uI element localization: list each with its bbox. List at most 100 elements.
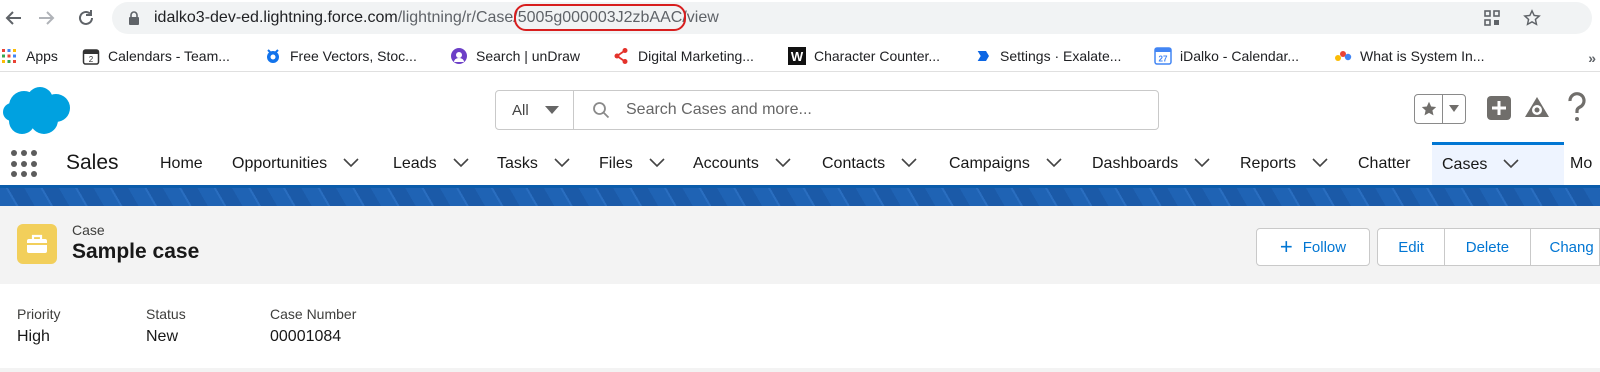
address-bar[interactable]: idalko3-dev-ed.lightning.force.com/light…: [112, 2, 1592, 34]
brand-banner-strip: [0, 188, 1600, 206]
field-label: Status: [146, 306, 186, 322]
global-search: All: [495, 90, 1159, 130]
tab-label: Campaigns: [949, 154, 1030, 172]
bookmark-label: iDalko - Calendar...: [1180, 48, 1300, 64]
chevron-down-icon[interactable]: [453, 155, 469, 173]
chevron-down-icon[interactable]: [554, 155, 570, 173]
svg-text:2: 2: [89, 55, 94, 64]
tab-accounts[interactable]: Accounts: [693, 142, 791, 185]
tab-dashboards[interactable]: Dashboards: [1092, 142, 1210, 185]
bookmarks-overflow-button[interactable]: »: [1588, 50, 1596, 66]
chevron-down-icon[interactable]: [649, 155, 665, 173]
bookmark-label: Character Counter...: [814, 48, 941, 64]
tab-cases[interactable]: Cases: [1432, 142, 1564, 185]
bookmark-calendars[interactable]: 2 Calendars - Team...: [82, 46, 230, 66]
field-value: New: [146, 328, 179, 345]
url-host: idalko3-dev-ed.lightning.force.com: [154, 9, 398, 26]
chevron-down-icon[interactable]: [1194, 155, 1210, 173]
tab-home[interactable]: Home: [160, 142, 203, 185]
bookmarks-bar: Apps 2 Calendars - Team... Free Vectors,…: [0, 40, 1600, 72]
forward-arrow-icon[interactable]: [34, 6, 58, 30]
qr-code-icon[interactable]: [1482, 8, 1502, 28]
tab-label: Files: [599, 154, 633, 172]
bookmark-exalate-settings[interactable]: Settings · Exalate...: [974, 46, 1121, 66]
bookmark-label: Settings · Exalate...: [1000, 48, 1122, 64]
search-input[interactable]: [626, 97, 1146, 123]
field-status: Status New: [146, 306, 186, 346]
chevron-down-icon[interactable]: [343, 155, 359, 173]
field-value: 00001084: [270, 328, 342, 345]
bookmark-star-icon[interactable]: [1522, 8, 1542, 28]
tab-more-truncated[interactable]: Mo: [1570, 142, 1592, 185]
tab-campaigns[interactable]: Campaigns: [949, 142, 1062, 185]
chevron-down-icon[interactable]: [1046, 155, 1062, 173]
url-text: idalko3-dev-ed.lightning.force.com/light…: [154, 9, 719, 27]
record-title: Sample case: [72, 240, 200, 263]
favorites-dropdown-icon[interactable]: [1443, 95, 1465, 123]
bookmark-undraw[interactable]: Search | unDraw: [450, 46, 580, 66]
exalate-icon: [974, 47, 992, 65]
follow-button[interactable]: + Follow: [1256, 228, 1370, 266]
favorites-button-group: [1414, 94, 1466, 124]
change-owner-button[interactable]: Chang: [1531, 229, 1600, 265]
svg-text:27: 27: [1159, 55, 1168, 64]
bookmark-label: Free Vectors, Stoc...: [290, 48, 417, 64]
tab-label: Tasks: [497, 154, 538, 172]
reload-icon[interactable]: [74, 6, 98, 30]
url-path: /lightning/r/Case/: [397, 9, 518, 26]
lock-icon: [128, 11, 140, 30]
tab-label: Chatter: [1358, 154, 1411, 172]
search-scope-dropdown[interactable]: All: [496, 91, 574, 129]
bookmark-label: Calendars - Team...: [108, 48, 230, 64]
salesforce-cloud-logo-icon[interactable]: [2, 84, 72, 143]
help-question-icon[interactable]: [1566, 92, 1588, 127]
bookmark-system-integration[interactable]: What is System In...: [1334, 46, 1484, 66]
plus-icon: +: [1279, 234, 1293, 259]
tab-label: Contacts: [822, 154, 886, 172]
chevron-down-icon[interactable]: [901, 155, 917, 173]
field-priority: Priority High: [17, 306, 61, 346]
tab-label: Reports: [1240, 154, 1297, 172]
tab-reports[interactable]: Reports: [1240, 142, 1328, 185]
tab-label: Mo: [1570, 154, 1593, 172]
freepik-icon: [264, 47, 282, 65]
app-name: Sales: [66, 151, 119, 174]
trailhead-guidance-icon[interactable]: [1523, 95, 1551, 126]
bookmark-label: Search | unDraw: [476, 48, 581, 64]
chevron-down-icon[interactable]: [1312, 155, 1328, 173]
record-highlights-header: Case Sample case + Follow Edit Delete Ch…: [0, 206, 1600, 284]
chevron-down-icon[interactable]: [1503, 156, 1519, 174]
back-arrow-icon[interactable]: [2, 6, 26, 30]
edit-button[interactable]: Edit: [1378, 229, 1446, 265]
tab-files[interactable]: Files: [599, 142, 665, 185]
bookmark-label: Apps: [26, 48, 58, 64]
tab-chatter[interactable]: Chatter: [1358, 142, 1410, 185]
tab-contacts[interactable]: Contacts: [822, 142, 917, 185]
app-launcher-waffle-icon[interactable]: [11, 150, 39, 178]
url-suffix: /view: [682, 9, 719, 26]
bookmark-idalko-calendar[interactable]: 27 iDalko - Calendar...: [1154, 46, 1299, 66]
bookmark-digital-marketing[interactable]: Digital Marketing...: [612, 46, 754, 66]
case-briefcase-icon: [17, 224, 57, 264]
tab-label: Cases: [1442, 156, 1488, 173]
global-actions-plus-icon[interactable]: [1486, 95, 1512, 126]
search-icon: [592, 101, 610, 124]
bookmark-apps[interactable]: Apps: [0, 46, 58, 66]
record-page: Case Sample case + Follow Edit Delete Ch…: [0, 206, 1600, 372]
w-logo-icon: W: [788, 47, 806, 65]
tab-label: Opportunities: [232, 154, 328, 172]
tab-opportunities[interactable]: Opportunities: [232, 142, 359, 185]
record-object-label: Case: [72, 222, 105, 238]
tab-leads[interactable]: Leads: [393, 142, 469, 185]
browser-toolbar: idalko3-dev-ed.lightning.force.com/light…: [0, 0, 1600, 36]
delete-button[interactable]: Delete: [1445, 229, 1531, 265]
bookmark-free-vectors[interactable]: Free Vectors, Stoc...: [264, 46, 417, 66]
global-header: All: [0, 78, 1600, 138]
field-case-number: Case Number 00001084: [270, 306, 356, 346]
share-node-icon: [612, 47, 630, 65]
chevron-down-icon[interactable]: [775, 155, 791, 173]
bookmark-character-counter[interactable]: W Character Counter...: [788, 46, 940, 66]
tab-tasks[interactable]: Tasks: [497, 142, 570, 185]
favorites-star-icon[interactable]: [1415, 95, 1443, 123]
app-navigation-bar: Sales Home Opportunities Leads Tasks Fil…: [0, 142, 1600, 188]
